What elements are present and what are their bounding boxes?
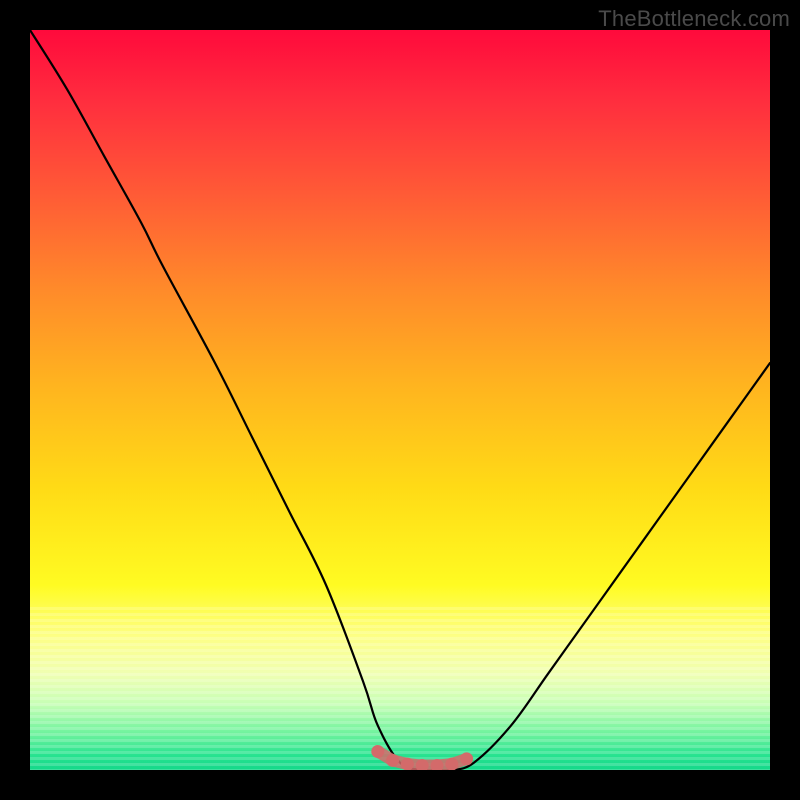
chart-svg [30, 30, 770, 770]
watermark-text: TheBottleneck.com [598, 6, 790, 32]
optimal-marker-dot [401, 758, 414, 770]
chart-container: TheBottleneck.com [0, 0, 800, 800]
optimal-range-markers [371, 745, 473, 770]
optimal-marker-dot [371, 745, 384, 758]
optimal-marker-dot [386, 754, 399, 767]
plot-area [30, 30, 770, 770]
bottleneck-curve-path [30, 30, 770, 770]
optimal-marker-dot [460, 752, 473, 765]
optimal-marker-dot [445, 758, 458, 770]
